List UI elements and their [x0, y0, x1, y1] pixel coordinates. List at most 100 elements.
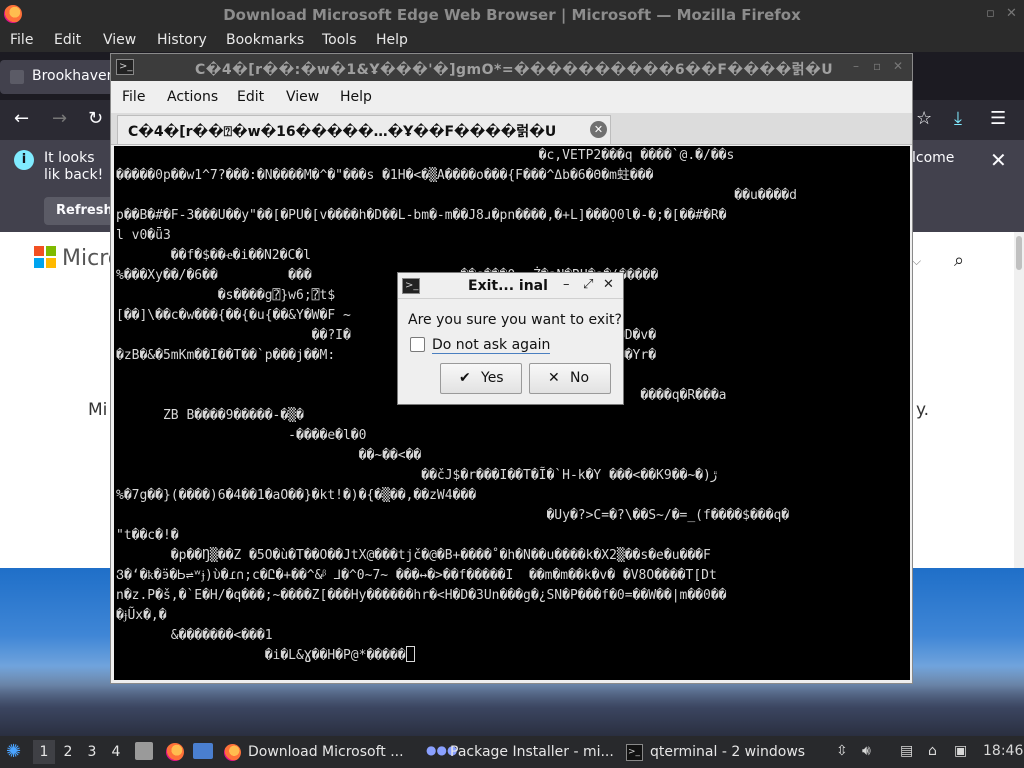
terminal-line: �p��Ŋ▒��Z �5O�ù�T��O��JtX@���tjč�@�B+���…	[116, 548, 711, 563]
volume-icon[interactable]: 🔊︎	[862, 743, 871, 759]
terminal-icon: >_	[402, 278, 420, 294]
search-icon[interactable]: ⌕	[954, 250, 976, 272]
terminal-titlebar[interactable]: >_ C�4�[r��:�w�1&Ұ���'�]gmO*=����������6…	[111, 54, 912, 81]
downloads-icon[interactable]: ⤓	[954, 108, 962, 129]
terminal-output: �c,VETP2���q ����`@.�/��s �����0p��w1^7?…	[114, 146, 910, 666]
start-menu-icon[interactable]: ✺	[6, 741, 21, 762]
close-icon[interactable]: ✕	[893, 59, 903, 73]
do-not-ask-checkbox[interactable]	[410, 337, 425, 352]
terminal-menu-file[interactable]: File	[122, 89, 145, 105]
no-button[interactable]: ✕ No	[529, 363, 611, 394]
taskbar-window-label: Package Installer - mi...	[450, 744, 614, 760]
taskbar-window-label: qterminal - 2 windows	[650, 744, 806, 760]
minimize-icon[interactable]: –	[853, 59, 859, 73]
taskbar-window-qterminal[interactable]: >_ qterminal - 2 windows	[624, 738, 816, 766]
maximize-icon[interactable]: ⤢	[583, 277, 593, 292]
terminal-line: Ვ�ʻ�ҟ�ӭ�Ꮟ⇌ʷɉ)ὺ�ɾ∩;ϲ�Ը�+��^&ᵝ ⅃�^0~7~ ���…	[116, 568, 717, 583]
bookmark-star-icon[interactable]: ☆	[916, 108, 932, 129]
page-scrollbar[interactable]	[1014, 232, 1024, 568]
network-icon[interactable]: ⌂	[928, 743, 937, 759]
firefox-window-title: Download Microsoft Edge Web Browser | Mi…	[223, 6, 801, 24]
terminal-cursor	[405, 646, 415, 662]
taskbar-window-firefox[interactable]: Download Microsoft ...	[222, 738, 414, 766]
workspace-1[interactable]: 1	[33, 740, 55, 764]
forward-icon[interactable]: →	[52, 108, 67, 129]
cross-icon: ✕	[548, 370, 560, 386]
menu-view[interactable]: View	[103, 32, 136, 48]
minimize-icon[interactable]: ▫	[986, 6, 995, 21]
close-tab-icon[interactable]: ✕	[590, 121, 607, 138]
minimize-icon[interactable]: –	[563, 277, 570, 292]
dialog-title: Exit... inal	[468, 278, 548, 294]
no-button-label: No	[570, 370, 590, 386]
microsoft-logo-icon	[34, 246, 56, 268]
taskbar: ✺ 1 2 3 4 Download Microsoft ... ●●● Pac…	[0, 736, 1024, 768]
chevron-down-icon[interactable]: ⌵	[912, 254, 921, 269]
terminal-menu-actions[interactable]: Actions	[167, 89, 218, 105]
desktop-icon[interactable]	[193, 743, 213, 759]
exit-dialog: >_ Exit... inal – ⤢ ✕ Are you sure you w…	[397, 272, 624, 405]
maximize-icon[interactable]: ▫	[873, 59, 881, 73]
terminal-line: [��]\��c�w���{��{�u{��&Y�W�F ~	[116, 308, 351, 323]
terminal-line: �����0p��w1^7?���:�N����M�^�"���s �1H�<�…	[116, 168, 654, 183]
notification-welcome-text: lcome	[912, 150, 955, 166]
close-icon[interactable]: ✕	[603, 277, 614, 292]
tab-favicon-icon	[10, 70, 24, 84]
notification-close-icon[interactable]: ✕	[990, 148, 1007, 172]
terminal-line: "t��c�!�	[116, 528, 179, 543]
info-icon: i	[14, 150, 34, 170]
tray-scroll-icon[interactable]: ⇳	[836, 743, 848, 759]
notification-message: It looks lik back!	[44, 150, 104, 183]
terminal-line: �ɉŨx�,�	[116, 608, 167, 623]
file-manager-icon[interactable]	[135, 742, 153, 760]
dialog-question: Are you sure you want to exit?	[408, 312, 622, 328]
clock[interactable]: 18:46	[983, 743, 1023, 759]
workspace-2[interactable]: 2	[57, 740, 79, 764]
refresh-button[interactable]: Refresh	[44, 197, 116, 225]
firefox-menubar: File Edit View History Bookmarks Tools H…	[0, 30, 1024, 52]
menu-bookmarks[interactable]: Bookmarks	[226, 32, 304, 48]
terminal-menu-edit[interactable]: Edit	[237, 89, 264, 105]
tab-label: Brookhaven	[32, 68, 116, 84]
terminal-tab-label: C�4�[r��⍰�w�16�����…�Ұ��F����럵�U	[128, 124, 557, 140]
back-icon[interactable]: ←	[14, 108, 29, 129]
terminal-menu-help[interactable]: Help	[340, 89, 372, 105]
menu-help[interactable]: Help	[376, 32, 408, 48]
menu-file[interactable]: File	[10, 32, 33, 48]
terminal-line: ��u����d	[116, 188, 797, 203]
dialog-titlebar[interactable]: >_ Exit... inal – ⤢ ✕	[398, 273, 623, 299]
do-not-ask-label[interactable]: Do not ask again	[432, 337, 551, 354]
terminal-line: p��B�#�F-3���U��y"��[�PU�[v����h�D��L-bm…	[116, 208, 727, 223]
workspace-4[interactable]: 4	[105, 740, 127, 764]
app-menu-icon[interactable]: ☰	[990, 108, 1006, 129]
menu-tools[interactable]: Tools	[322, 32, 357, 48]
package-installer-icon: ●●●	[426, 743, 458, 757]
yes-button-label: Yes	[481, 370, 504, 386]
terminal-line: %�7g��}(����)6�4��1�aO��}�kt!�)�{�▒��,��…	[116, 488, 477, 503]
taskbar-window-package-installer[interactable]: ●●● Package Installer - mi...	[424, 738, 616, 766]
taskbar-window-label: Download Microsoft ...	[248, 744, 404, 760]
terminal-line: &�������<���1	[116, 628, 273, 643]
terminal-tab[interactable]: C�4�[r��⍰�w�16�����…�Ұ��F����럵�U ✕	[117, 115, 611, 144]
reload-icon[interactable]: ↻	[88, 108, 103, 129]
workspace-3[interactable]: 3	[81, 740, 103, 764]
page-body-text-right: y.	[916, 400, 930, 420]
terminal-menu-view[interactable]: View	[286, 89, 319, 105]
firefox-titlebar: Download Microsoft Edge Web Browser | Mi…	[0, 0, 1024, 30]
firefox-launcher-icon[interactable]	[166, 743, 184, 761]
yes-button[interactable]: ✔ Yes	[440, 363, 522, 394]
update-notifier-icon[interactable]: ▣	[954, 743, 967, 759]
close-window-icon[interactable]: ✕	[1006, 6, 1017, 21]
scrollbar-thumb[interactable]	[1016, 236, 1022, 270]
clipboard-icon[interactable]: ▤	[900, 743, 913, 759]
terminal-line: ��f�$��ҽ�i��N2�C�l	[116, 248, 311, 263]
terminal-line: -����e�l�0	[116, 428, 367, 443]
menu-history[interactable]: History	[157, 32, 207, 48]
terminal-screen[interactable]: �c,VETP2���q ����`@.�/��s �����0p��w1^7?…	[114, 146, 910, 680]
terminal-line: l v0�ǖ3	[116, 228, 171, 243]
check-icon: ✔	[459, 370, 471, 386]
terminal-line: �s����g⍰}w6;⍰t$	[116, 288, 336, 303]
firefox-icon	[224, 744, 241, 761]
page-body-text-left: Mi	[88, 400, 108, 420]
menu-edit[interactable]: Edit	[54, 32, 81, 48]
